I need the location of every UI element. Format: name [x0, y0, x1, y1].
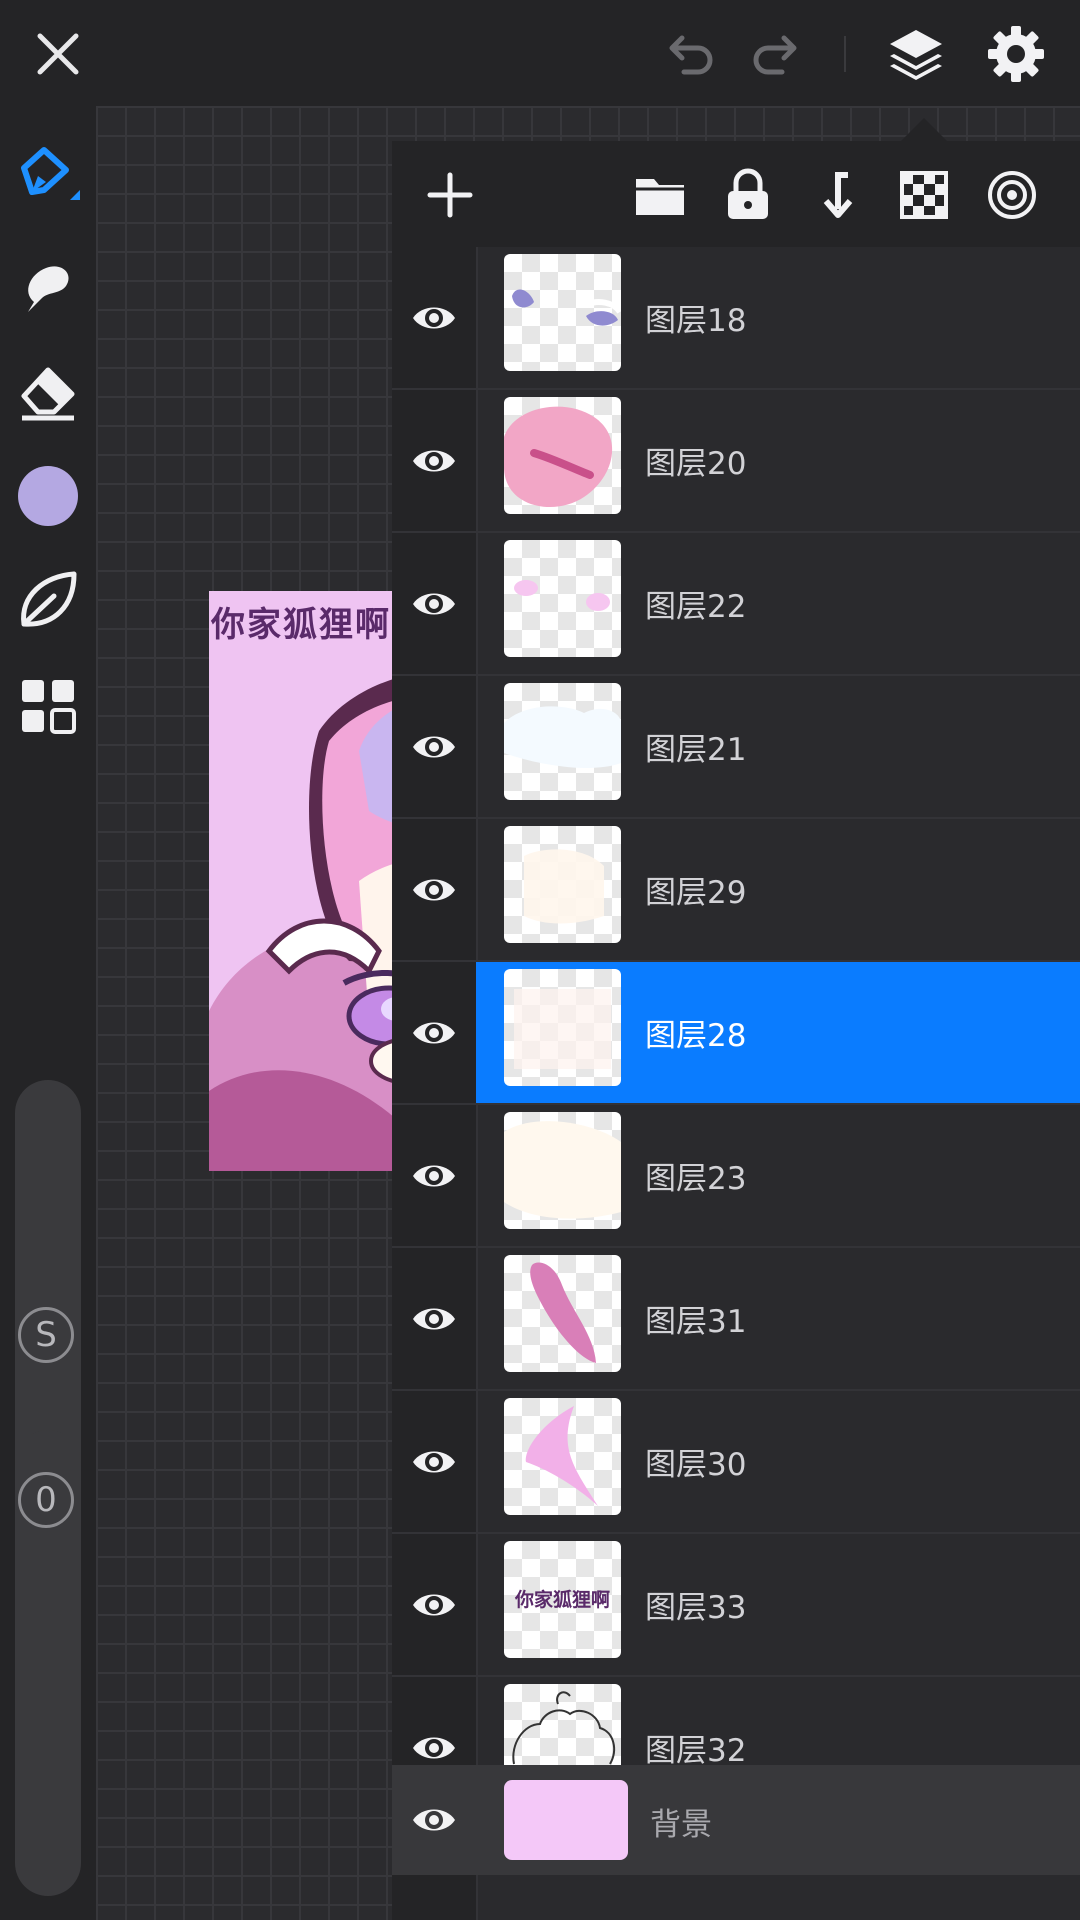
layer-thumbnail [504, 397, 621, 514]
layer-thumbnail [504, 1398, 621, 1515]
layer-name: 图层31 [645, 1304, 747, 1340]
lock-icon[interactable] [720, 167, 776, 223]
layers-panel-header [392, 141, 1080, 247]
opacity-badge[interactable]: 0 [18, 1472, 74, 1528]
toolbar-divider [844, 36, 846, 72]
settings-icon[interactable] [980, 18, 1052, 90]
merge-down-icon[interactable] [808, 167, 864, 223]
layer-thumbnail [504, 826, 621, 943]
layer-thumbnail [504, 1255, 621, 1372]
layer-thumbnail [504, 683, 621, 800]
pen-icon[interactable] [14, 142, 82, 210]
leaf-icon[interactable] [14, 566, 82, 634]
eye-icon[interactable] [410, 437, 458, 485]
eye-icon[interactable] [410, 723, 458, 771]
layer-name: 图层18 [645, 303, 747, 339]
background-color-swatch[interactable] [504, 1780, 628, 1860]
layer-name: 图层30 [645, 1447, 747, 1483]
layer-name: 图层29 [645, 875, 747, 911]
redo-icon[interactable] [742, 18, 814, 90]
top-bar [0, 0, 1080, 106]
artwork-title: 你家狐狸啊 [211, 605, 391, 645]
eye-icon[interactable] [410, 580, 458, 628]
layer-name: 图层23 [645, 1161, 747, 1197]
add-icon[interactable] [422, 167, 478, 223]
eye-icon[interactable] [410, 1009, 458, 1057]
layer-thumbnail [504, 1112, 621, 1229]
layer-thumbnail [504, 254, 621, 371]
eye-icon[interactable] [410, 866, 458, 914]
layer-name: 图层22 [645, 589, 747, 625]
layer-row[interactable]: 图层20 [392, 390, 1080, 533]
background-layer-row[interactable]: 背景 [392, 1765, 1080, 1875]
layer-thumbnail: 你家狐狸啊 [504, 1541, 621, 1658]
undo-icon[interactable] [652, 18, 724, 90]
grid-icon[interactable] [14, 672, 82, 740]
target-icon[interactable] [984, 167, 1040, 223]
folder-icon[interactable] [632, 167, 688, 223]
layer-name: 图层28 [645, 1018, 747, 1054]
layer-row-selected[interactable]: 图层28 [392, 962, 1080, 1105]
eye-icon[interactable] [410, 1438, 458, 1486]
thumbnail-text: 你家狐狸啊 [514, 1589, 610, 1611]
eye-icon[interactable] [410, 1295, 458, 1343]
layer-row[interactable]: 图层22 [392, 533, 1080, 676]
eye-icon[interactable] [410, 1581, 458, 1629]
layer-row[interactable]: 图层21 [392, 676, 1080, 819]
eraser-icon[interactable] [14, 356, 82, 424]
background-layer-name: 背景 [650, 1807, 712, 1843]
layer-name: 图层21 [645, 732, 747, 768]
size-badge[interactable]: S [18, 1307, 74, 1363]
layer-row[interactable]: 图层29 [392, 819, 1080, 962]
layer-row[interactable]: 图层31 [392, 1248, 1080, 1391]
transparency-icon[interactable] [896, 167, 952, 223]
layer-row[interactable]: 图层23 [392, 1105, 1080, 1248]
layer-row[interactable]: 图层30 [392, 1391, 1080, 1534]
color-swatch[interactable] [14, 462, 82, 530]
eye-icon[interactable] [410, 294, 458, 342]
layer-thumbnail [504, 969, 621, 1086]
left-toolbar: S 0 [0, 106, 96, 1920]
panel-pointer [900, 118, 948, 142]
layer-name: 图层32 [645, 1733, 747, 1769]
layer-row[interactable]: 图层18 [392, 247, 1080, 390]
smudge-icon[interactable] [14, 252, 82, 320]
layer-thumbnail [504, 540, 621, 657]
layers-panel: 图层18 图层20 图层22 图层21 图层29 图层28 图层23 图层31 … [392, 141, 1080, 1920]
eye-icon[interactable] [410, 1796, 458, 1844]
layer-name: 图层33 [645, 1590, 747, 1626]
layer-row[interactable]: 你家狐狸啊 图层33 [392, 1534, 1080, 1677]
layers-icon[interactable] [880, 18, 952, 90]
close-icon[interactable] [22, 18, 94, 90]
eye-icon[interactable] [410, 1152, 458, 1200]
layer-name: 图层20 [645, 446, 747, 482]
